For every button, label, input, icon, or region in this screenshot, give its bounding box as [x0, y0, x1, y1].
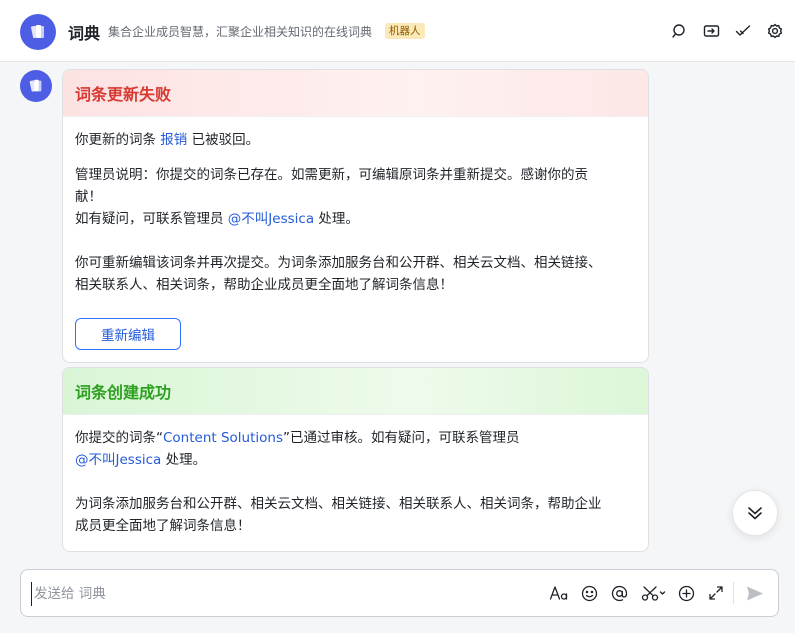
card-body: 你提交的词条“Content Solutions”已通过审核。如有疑问，可联系管… [63, 415, 648, 549]
text: 相关联系人、相关词条，帮助企业成员更全面地了解词条信息！ [75, 277, 453, 293]
tasks-check-icon[interactable] [733, 21, 753, 41]
bot-badge: 机器人 [385, 23, 425, 39]
scissors-screenshot-icon[interactable] [640, 582, 668, 604]
admin-note: 管理员说明：你提交的词条已存在。如需更新，可编辑原词条并重新提交。感谢你的贡 献… [75, 164, 636, 230]
text-format-icon[interactable] [548, 582, 570, 604]
text: 管理员说明：你提交的词条已存在。如需更新，可编辑原词条并重新提交。感谢你的贡 [75, 167, 588, 183]
settings-icon[interactable] [765, 21, 785, 41]
text: ”已通过审核。如有疑问，可联系管理员 [283, 430, 520, 446]
contact-line: 如有疑问，可联系管理员 @不叫Jessica 处理。 [75, 208, 636, 230]
dictionary-book-icon [30, 25, 44, 39]
text: 已被驳回。 [191, 132, 260, 148]
text: 如有疑问，可联系管理员 [75, 211, 224, 227]
scroll-to-bottom-button[interactable] [732, 490, 778, 536]
text: 你可重新编辑该词条并再次提交。为词条添加服务台和公开群、相关云文档、相关链接、 [75, 255, 602, 271]
text: 你提交的词条“ [75, 430, 163, 446]
card-title: 词条创建成功 [63, 368, 648, 415]
card-body: 你更新的词条 报销 已被驳回。 管理员说明：你提交的词条已存在。如需更新，可编辑… [63, 117, 648, 308]
text: 处理。 [318, 211, 359, 227]
contact-line: @不叫Jessica 处理。 [75, 449, 636, 471]
add-circle-icon[interactable] [675, 582, 697, 604]
rejection-line: 你更新的词条 报销 已被驳回。 [75, 129, 636, 151]
text: 成员更全面地了解词条信息！ [75, 518, 251, 534]
create-success-card: 词条创建成功 你提交的词条“Content Solutions”已通过审核。如有… [62, 367, 649, 552]
message-bot-avatar[interactable] [20, 70, 52, 102]
entry-link[interactable]: 报销 [160, 132, 187, 148]
entry-link[interactable]: Content Solutions [163, 430, 283, 446]
bot-avatar[interactable] [20, 14, 56, 50]
mention-icon[interactable] [608, 582, 630, 604]
expand-icon[interactable] [705, 582, 727, 604]
search-icon[interactable] [669, 21, 689, 41]
admin-mention[interactable]: @不叫Jessica [228, 211, 314, 227]
chat-title: 词典 [68, 24, 101, 43]
tip-text: 你可重新编辑该词条并再次提交。为词条添加服务台和公开群、相关云文档、相关链接、 … [75, 252, 636, 296]
chat-header: 词典 集合企业成员智慧，汇聚企业相关知识的在线词典 机器人 [0, 0, 795, 62]
double-chevron-down-icon [748, 507, 762, 520]
text: 为词条添加服务台和公开群、相关云文档、相关链接、相关联系人、相关词条，帮助企业 [75, 496, 602, 512]
message-composer [20, 569, 779, 617]
chat-description: 集合企业成员智慧，汇聚企业相关知识的在线词典 [108, 25, 373, 39]
emoji-icon[interactable] [578, 582, 600, 604]
card-title: 词条更新失败 [63, 70, 648, 117]
tip-text: 为词条添加服务台和公开群、相关云文档、相关链接、相关联系人、相关词条，帮助企业 … [75, 493, 636, 537]
update-failed-card: 词条更新失败 你更新的词条 报销 已被驳回。 管理员说明：你提交的词条已存在。如… [62, 69, 649, 363]
dictionary-book-icon [29, 79, 42, 92]
text: 处理。 [165, 452, 207, 468]
send-icon[interactable] [744, 582, 766, 604]
composer-separator [733, 582, 734, 604]
re-edit-button[interactable]: 重新编辑 [75, 318, 181, 350]
text: 献！ [75, 189, 102, 205]
text: 你更新的词条 [75, 132, 156, 148]
approved-line: 你提交的词条“Content Solutions”已通过审核。如有疑问，可联系管… [75, 427, 636, 449]
admin-mention[interactable]: @不叫Jessica [75, 452, 161, 468]
share-icon[interactable] [701, 21, 721, 41]
message-input[interactable] [31, 582, 531, 606]
